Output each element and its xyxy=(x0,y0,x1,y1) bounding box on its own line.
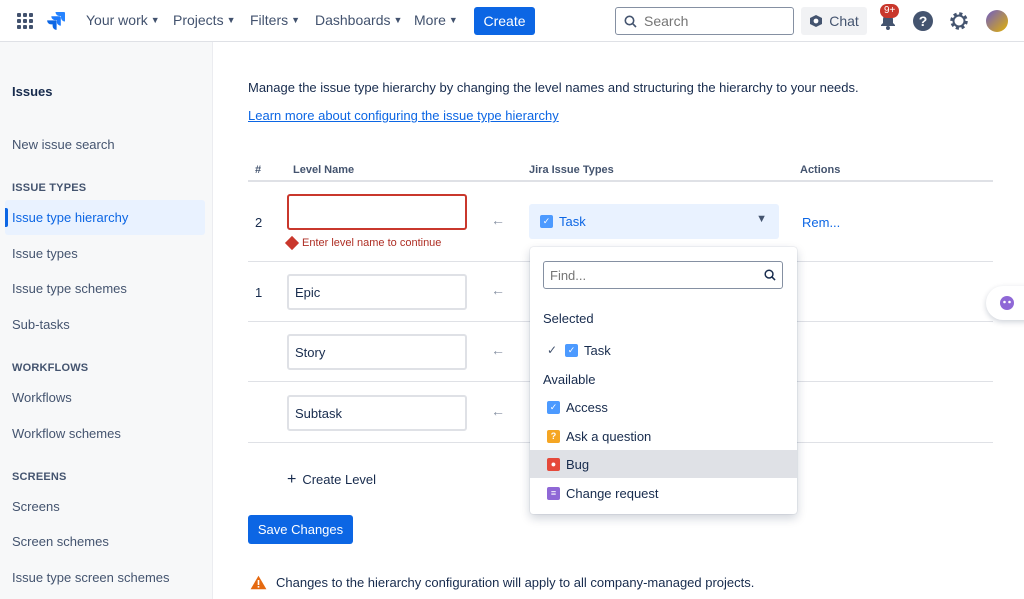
sidebar-item-new-issue-search[interactable]: New issue search xyxy=(5,127,205,162)
level-name-input[interactable] xyxy=(287,194,467,230)
level-name-input[interactable] xyxy=(287,395,467,431)
plus-icon: + xyxy=(287,471,297,488)
avatar[interactable] xyxy=(986,10,1008,32)
nav-more[interactable]: More ▼ xyxy=(414,12,458,28)
assistant-float-button[interactable] xyxy=(986,286,1024,320)
global-search[interactable] xyxy=(615,7,794,35)
level-name-input[interactable] xyxy=(287,334,467,370)
available-group-label: Available xyxy=(543,372,596,387)
search-input[interactable] xyxy=(644,13,774,29)
task-icon: ✓ xyxy=(547,400,560,414)
column-header-level-name: Level Name xyxy=(293,164,355,176)
column-header-issue-types: Jira Issue Types xyxy=(529,164,614,176)
search-icon xyxy=(764,269,776,281)
create-level-button[interactable]: + Create Level xyxy=(287,471,376,488)
issue-types-dropdown: Selected ✓ ✓ Task Available ✓ Access ? A… xyxy=(530,247,797,514)
warning-icon xyxy=(250,575,267,590)
sidebar-item-issue-types[interactable]: Issue types xyxy=(5,236,205,271)
column-header-number: # xyxy=(255,164,262,176)
sidebar-title: Issues xyxy=(12,84,53,99)
table-header-divider xyxy=(248,180,993,182)
sidebar-item-workflow-schemes[interactable]: Workflow schemes xyxy=(5,416,205,451)
question-icon: ? xyxy=(547,429,560,443)
remove-level-button[interactable]: Rem... xyxy=(802,215,840,230)
option-task-selected[interactable]: ✓ ✓ Task xyxy=(530,336,797,364)
chat-button[interactable]: Chat xyxy=(801,7,867,35)
option-ask-a-question[interactable]: ? Ask a question xyxy=(530,422,797,450)
level-name-input[interactable] xyxy=(287,274,467,310)
warning-message: Changes to the hierarchy configuration w… xyxy=(250,575,754,590)
row-number: 2 xyxy=(255,215,263,230)
sidebar-item-screens[interactable]: Screens xyxy=(5,489,205,524)
option-access[interactable]: ✓ Access xyxy=(530,393,797,421)
sidebar-item-issue-type-screen-schemes[interactable]: Issue type screen schemes xyxy=(5,560,205,595)
search-icon xyxy=(624,15,637,28)
arrow-left-icon: ← xyxy=(491,403,505,419)
row-number: 1 xyxy=(255,285,263,300)
chevron-down-icon: ▼ xyxy=(291,15,301,25)
chevron-down-icon: ▼ xyxy=(393,15,403,25)
nav-filters[interactable]: Filters ▼ xyxy=(250,12,300,28)
issue-types-select[interactable]: ✓ Task ▼ xyxy=(529,204,779,239)
find-input[interactable] xyxy=(550,267,750,283)
chevron-down-icon: ▼ xyxy=(226,15,236,25)
save-changes-button[interactable]: Save Changes xyxy=(248,515,353,544)
find-field[interactable] xyxy=(543,261,783,289)
arrow-left-icon: ← xyxy=(491,342,505,358)
sidebar-item-workflows[interactable]: Workflows xyxy=(5,380,205,415)
error-icon xyxy=(284,235,300,251)
sidebar-item-screen-schemes[interactable]: Screen schemes xyxy=(5,524,205,559)
sidebar-item-issue-type-hierarchy[interactable]: Issue type hierarchy xyxy=(5,200,205,235)
checkmark-icon: ✓ xyxy=(547,343,558,357)
notifications-badge: 9+ xyxy=(880,4,900,18)
arrow-left-icon: ← xyxy=(491,282,505,298)
nav-dashboards[interactable]: Dashboards ▼ xyxy=(315,12,402,28)
sidebar-item-subtasks[interactable]: Sub-tasks xyxy=(5,307,205,342)
column-header-actions: Actions xyxy=(800,164,841,176)
page-description: Manage the issue type hierarchy by chang… xyxy=(248,80,859,95)
selected-group-label: Selected xyxy=(543,311,594,326)
option-change-request[interactable]: ≡ Change request xyxy=(530,479,797,507)
task-icon: ✓ xyxy=(565,343,578,357)
level-name-error: Enter level name to continue xyxy=(284,235,441,251)
learn-more-link[interactable]: Learn more about configuring the issue t… xyxy=(248,108,559,123)
option-bug[interactable]: ● Bug xyxy=(530,450,797,478)
sidebar-section-screens: SCREENS xyxy=(12,471,67,483)
nav-projects[interactable]: Projects ▼ xyxy=(173,12,236,28)
task-icon: ✓ xyxy=(540,215,553,228)
chevron-down-icon: ▼ xyxy=(448,15,458,25)
arrow-left-icon: ← xyxy=(491,212,505,228)
sidebar-section-issue-types: ISSUE TYPES xyxy=(12,182,87,194)
sidebar-section-workflows: WORKFLOWS xyxy=(12,362,89,374)
create-button[interactable]: Create xyxy=(474,7,535,35)
help-icon[interactable]: ? xyxy=(913,11,933,31)
chat-icon xyxy=(810,15,823,27)
bug-icon: ● xyxy=(547,457,560,471)
top-navigation: Your work ▼ Projects ▼ Filters ▼ Dashboards… xyxy=(0,0,1024,42)
chevron-down-icon: ▼ xyxy=(756,213,767,225)
app-switcher-icon[interactable] xyxy=(17,13,33,29)
jira-logo-icon[interactable] xyxy=(46,10,66,30)
sidebar: Issues New issue search ISSUE TYPES Issu… xyxy=(0,42,213,599)
change-request-icon: ≡ xyxy=(547,486,560,500)
chevron-down-icon: ▼ xyxy=(150,15,160,25)
assistant-icon xyxy=(1000,296,1014,310)
settings-gear-icon[interactable] xyxy=(948,10,970,32)
nav-your-work[interactable]: Your work ▼ xyxy=(86,12,160,28)
sidebar-item-issue-type-schemes[interactable]: Issue type schemes xyxy=(5,271,205,306)
